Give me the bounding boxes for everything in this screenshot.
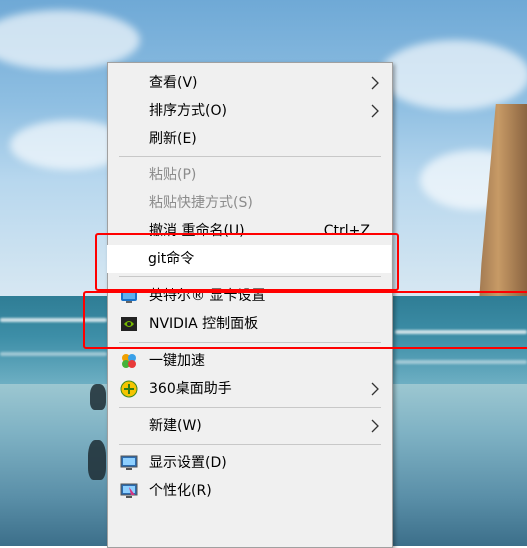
menu-item-label: 新建(W) bbox=[149, 418, 202, 434]
chevron-right-icon bbox=[371, 419, 379, 433]
chevron-right-icon bbox=[371, 382, 379, 396]
menu-item-new[interactable]: 新建(W) bbox=[108, 412, 392, 440]
menu-item-label: 排序方式(O) bbox=[149, 103, 227, 119]
wallpaper-foam bbox=[0, 352, 107, 356]
menu-item-label: 粘贴(P) bbox=[149, 167, 197, 183]
wallpaper-shadow bbox=[90, 384, 106, 410]
menu-separator bbox=[119, 407, 381, 408]
menu-item-label: 一键加速 bbox=[149, 353, 205, 369]
wallpaper-foam bbox=[395, 360, 527, 364]
menu-item-label: 360桌面助手 bbox=[149, 381, 232, 397]
menu-item-paste-shortcut: 粘贴快捷方式(S) bbox=[108, 189, 392, 217]
menu-item-one-click-speedup[interactable]: 一键加速 bbox=[108, 347, 392, 375]
menu-item-label: 粘贴快捷方式(S) bbox=[149, 195, 253, 211]
menu-item-refresh[interactable]: 刷新(E) bbox=[108, 125, 392, 153]
menu-separator bbox=[119, 156, 381, 157]
menu-item-personalize[interactable]: 个性化(R) bbox=[108, 477, 392, 505]
360-speedup-icon bbox=[122, 354, 136, 368]
chevron-right-icon bbox=[371, 76, 379, 90]
annotation-box bbox=[83, 291, 527, 349]
display-settings-icon bbox=[120, 455, 138, 470]
menu-item-view[interactable]: 查看(V) bbox=[108, 69, 392, 97]
menu-item-label: 刷新(E) bbox=[149, 131, 197, 147]
menu-item-label: 个性化(R) bbox=[149, 483, 212, 499]
menu-separator bbox=[119, 444, 381, 445]
360-desktop-icon bbox=[120, 380, 138, 398]
chevron-right-icon bbox=[371, 104, 379, 118]
annotation-box bbox=[95, 233, 399, 291]
menu-item-label: 查看(V) bbox=[149, 75, 198, 91]
personalize-icon bbox=[120, 483, 138, 498]
menu-item-360-desktop-assistant[interactable]: 360桌面助手 bbox=[108, 375, 392, 403]
wallpaper-cloud bbox=[380, 40, 527, 110]
menu-item-label: 显示设置(D) bbox=[149, 455, 227, 471]
menu-item-paste: 粘贴(P) bbox=[108, 161, 392, 189]
wallpaper-shadow bbox=[88, 440, 106, 480]
menu-item-sort-by[interactable]: 排序方式(O) bbox=[108, 97, 392, 125]
menu-item-display-settings[interactable]: 显示设置(D) bbox=[108, 449, 392, 477]
